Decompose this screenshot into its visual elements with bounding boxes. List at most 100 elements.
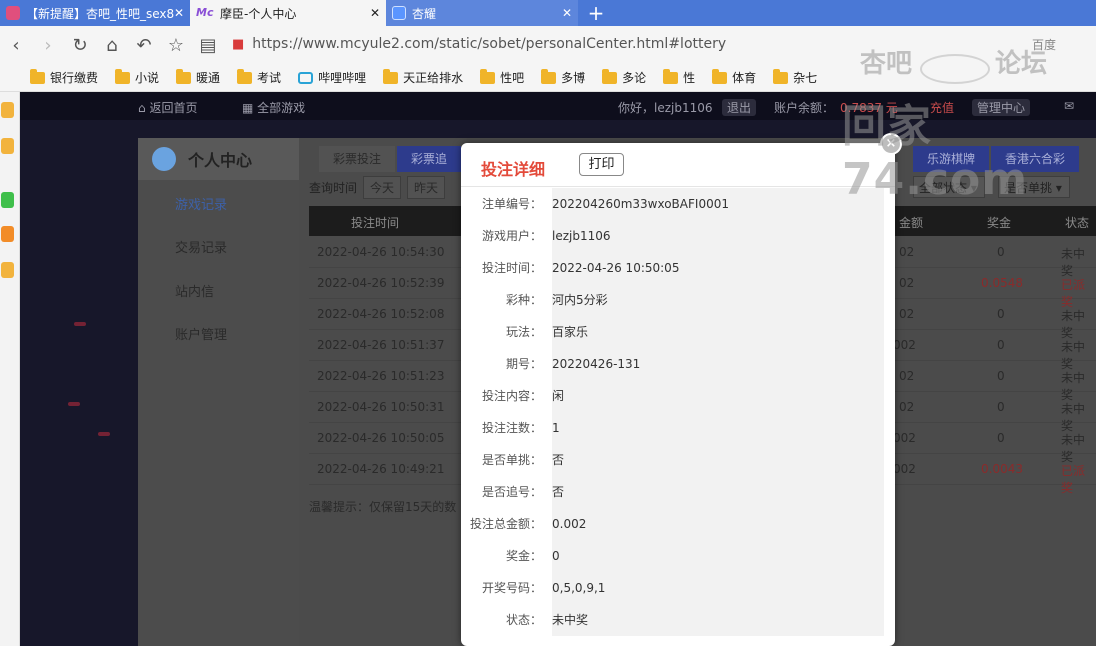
detail-value: 2022-04-26 10:50:05 [552, 252, 884, 284]
folder-icon [541, 68, 557, 84]
browser-tab-3[interactable]: 杏耀 ✕ [386, 0, 578, 26]
detail-value: lezjb1106 [552, 220, 884, 252]
all-games-link[interactable]: ▦ 全部游戏 [242, 99, 305, 116]
home-icon[interactable]: ⌂ [96, 35, 128, 56]
reload-icon[interactable]: ↻ [64, 35, 96, 56]
sidebar-item-game-records[interactable]: 游戏记录 [175, 194, 227, 213]
bookmark-label: 哔哩哔哩 [318, 71, 367, 85]
detail-value-text: lezjb1106 [552, 229, 611, 243]
bookmark-item[interactable]: 体育 [712, 68, 756, 86]
detail-value-text: 百家乐 [552, 325, 589, 339]
bookmark-item[interactable]: 天正给排水 [383, 68, 463, 86]
detail-value-text: 0.002 [552, 517, 587, 531]
detail-label: 状态： [505, 613, 542, 627]
reader-icon[interactable]: ▤ [192, 35, 224, 56]
query-filter-row: 查询时间 今天 昨天 [309, 174, 446, 200]
tab-close-icon[interactable]: ✕ [370, 6, 380, 20]
bookmark-item[interactable]: 哔哩哔哩 [298, 69, 366, 86]
detail-value: 百家乐 [552, 316, 884, 348]
browser-side-strip [0, 92, 20, 646]
detail-label: 玩法： [505, 325, 542, 339]
tab-lottery-chase[interactable]: 彩票追号 [397, 146, 461, 172]
bookmark-label: 杂七 [793, 71, 818, 85]
detail-row-lottery: 彩种： 河内5分彩 [470, 284, 884, 316]
sidebar-title: 个人中心 [188, 151, 253, 170]
detail-value-text: 闲 [552, 389, 565, 403]
sidebar: 个人中心 游戏记录 交易记录 站内信 账户管理 [138, 138, 299, 646]
row-amount: 02 [899, 400, 915, 414]
bookmark-item[interactable]: 性吧 [480, 68, 524, 86]
tab-title: 【新提醒】杏吧_性吧_sex8 [26, 6, 175, 21]
bookmark-label: 多论 [622, 71, 647, 85]
bookmark-item[interactable]: 多博 [541, 68, 585, 86]
row-prize: 0 [997, 400, 1005, 414]
home-link[interactable]: ⌂ 返回首页 [138, 99, 197, 116]
bookmark-item[interactable]: 银行缴费 [30, 68, 98, 86]
folder-icon [383, 68, 399, 84]
detail-value-text: 河内5分彩 [552, 293, 608, 307]
back-icon[interactable]: ‹ [0, 35, 32, 56]
weibo-icon[interactable] [1, 262, 14, 278]
row-amount: 002 [893, 338, 916, 352]
filter-yesterday-button[interactable]: 昨天 [407, 175, 446, 199]
row-status: 已派奖 [1061, 464, 1086, 495]
row-time: 2022-04-26 10:51:23 [317, 369, 445, 383]
folder-icon [30, 68, 45, 84]
modal-divider [461, 186, 895, 187]
logout-button[interactable]: 退出 [722, 99, 757, 116]
print-button[interactable]: 打印 [579, 153, 624, 176]
detail-value: 0 [552, 540, 884, 572]
detail-row-issue: 期号： 20220426-131 [470, 348, 884, 380]
bookmark-item[interactable]: 小说 [115, 68, 159, 86]
tab-close-icon[interactable]: ✕ [174, 6, 184, 20]
forum-watermark: 杏吧 论坛 回家74.com [820, 40, 1096, 205]
detail-label: 是否单挑： [481, 453, 542, 467]
sidebar-item-account[interactable]: 账户管理 [175, 324, 227, 343]
url-field[interactable]: ■ https://www.mcyule2.com/static/sobet/p… [232, 36, 726, 52]
detail-value: 否 [552, 444, 884, 476]
detail-value: 河内5分彩 [552, 284, 884, 316]
detail-label: 开奖号码： [481, 581, 542, 595]
row-amount: 02 [899, 276, 915, 290]
detail-row-time: 投注时间： 2022-04-26 10:50:05 [470, 252, 884, 284]
row-prize: 0.0043 [981, 462, 1023, 476]
detail-value-text: 未中奖 [552, 613, 589, 627]
sidebar-item-messages[interactable]: 站内信 [175, 281, 214, 300]
bookmark-item[interactable]: 性 [663, 68, 695, 86]
tab-lottery-bets[interactable]: 彩票投注 [319, 146, 396, 172]
browser-tab-2-active[interactable]: Mc 摩臣-个人中心 ✕ [190, 0, 386, 26]
filter-today-button[interactable]: 今天 [363, 175, 402, 199]
row-prize: 0 [997, 338, 1005, 352]
detail-value-text: 202204260m33wxoBAFI0001 [552, 197, 729, 211]
col-amount: 金额 [899, 216, 924, 230]
favorite-star-icon[interactable]: ☆ [160, 35, 192, 56]
detail-row-status: 状态： 未中奖 [470, 604, 884, 636]
new-tab-button[interactable]: + [578, 0, 614, 26]
rss-icon[interactable] [1, 226, 14, 242]
detail-label: 是否追号： [481, 485, 542, 499]
bookmark-item[interactable]: 杂七 [773, 68, 818, 86]
bookmark-item[interactable]: 暖通 [176, 68, 220, 86]
detail-value: 未中奖 [552, 604, 884, 636]
undo-icon[interactable]: ↶ [128, 35, 160, 56]
folder-icon [237, 68, 253, 84]
detail-row-single: 是否单挑： 否 [470, 444, 884, 476]
background-decoration [68, 402, 80, 406]
browser-tab-1[interactable]: 【新提醒】杏吧_性吧_sex8 ✕ [0, 0, 190, 26]
chat-icon[interactable] [1, 192, 14, 208]
favorites-icon[interactable] [1, 102, 14, 118]
url-text: https://www.mcyule2.com/static/sobet/per… [252, 36, 727, 52]
tab-close-icon[interactable]: ✕ [562, 6, 572, 20]
notes-icon[interactable] [1, 138, 14, 154]
detail-row-chase: 是否追号： 否 [470, 476, 884, 508]
row-prize: 0.0548 [981, 276, 1023, 290]
bookmark-item[interactable]: 考试 [237, 68, 281, 86]
forward-icon[interactable]: › [32, 35, 64, 56]
detail-label: 游戏用户： [481, 229, 542, 243]
retention-hint: 温馨提示：仅保留15天的数 [309, 500, 457, 514]
col-prize: 奖金 [987, 216, 1012, 230]
row-amount: 02 [899, 369, 915, 383]
bookmark-item[interactable]: 多论 [602, 68, 647, 86]
sidebar-item-transactions[interactable]: 交易记录 [175, 237, 227, 256]
detail-row-draw: 开奖号码： 0,5,0,9,1 [470, 572, 884, 604]
